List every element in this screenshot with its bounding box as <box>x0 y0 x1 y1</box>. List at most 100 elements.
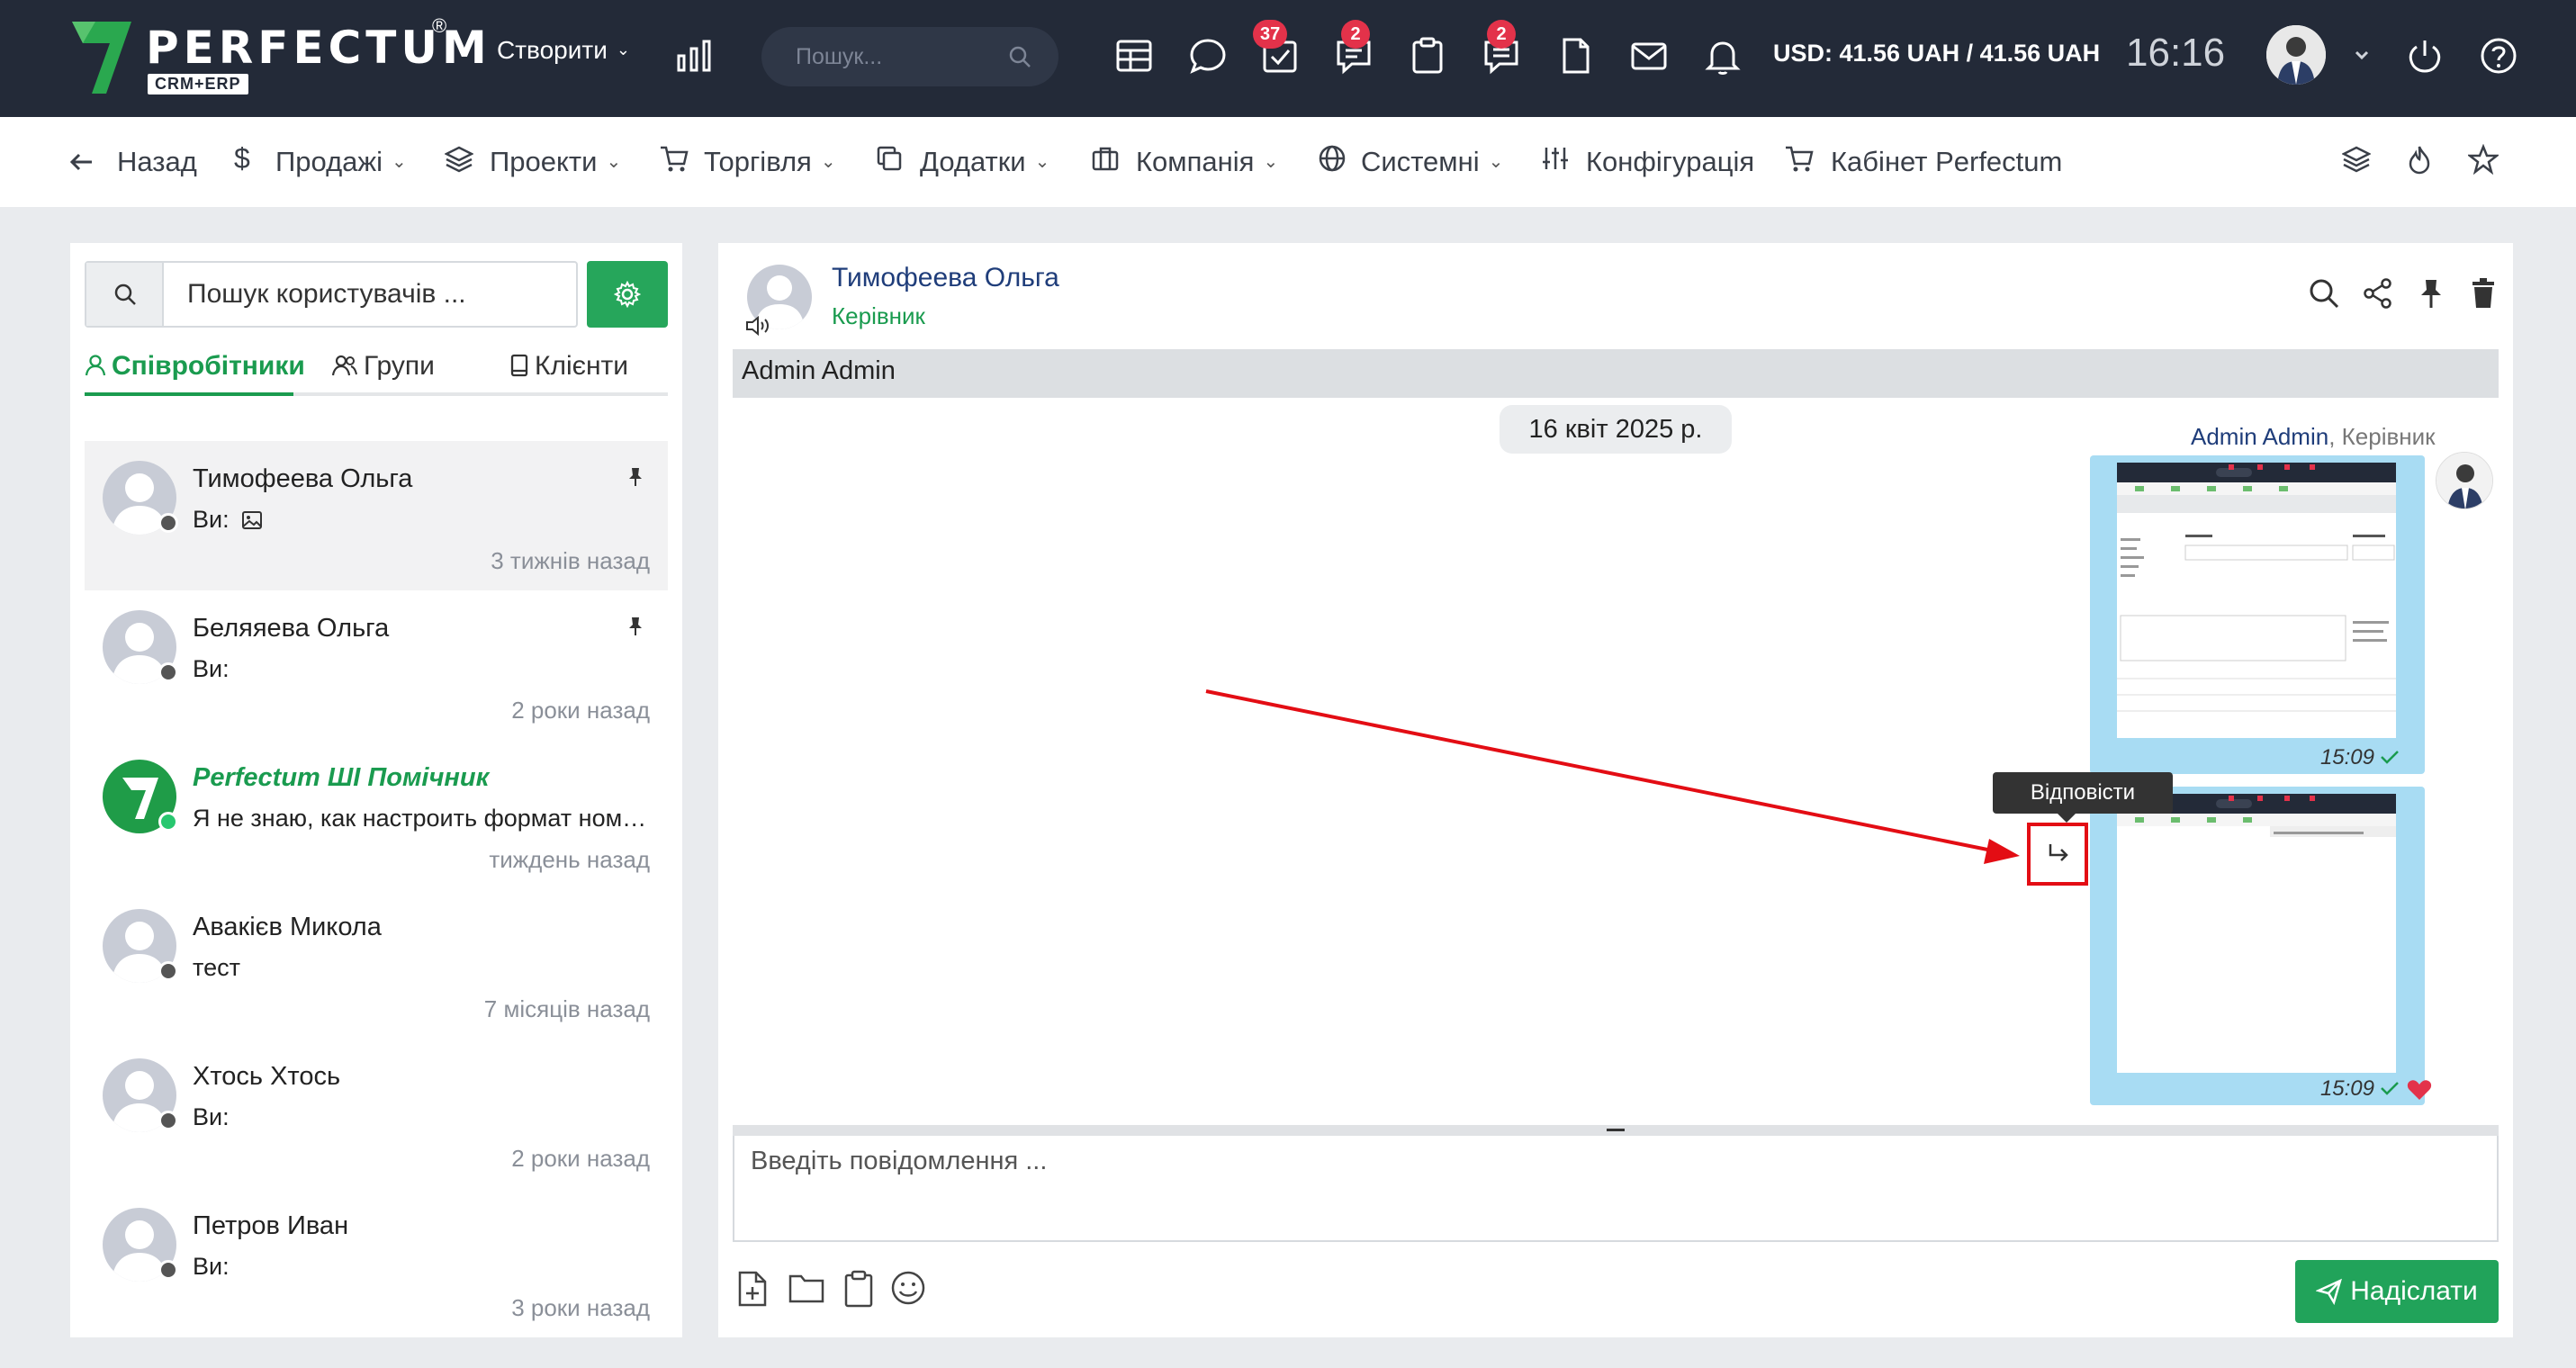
active-tab-indicator <box>85 392 293 396</box>
search-icon[interactable] <box>1008 45 1031 68</box>
trash-icon[interactable] <box>2470 277 2497 310</box>
nav-back[interactable]: Назад <box>117 146 197 178</box>
user-photo-icon <box>2436 453 2492 508</box>
settings-button[interactable] <box>587 261 668 328</box>
contact-preview: тест <box>193 954 240 981</box>
read-check-icon <box>2381 751 2399 764</box>
clipboard-icon[interactable] <box>842 1269 875 1309</box>
contact-item[interactable]: Хтось Хтось Ви: 2 роки назад <box>85 1039 668 1188</box>
tab-employees[interactable]: Співробітники <box>85 351 305 382</box>
send-button[interactable]: Надіслати <box>2295 1260 2499 1323</box>
contact-name: Тимофеева Ольга <box>193 464 413 493</box>
nav-sales[interactable]: Продажі ⌄ <box>275 146 407 178</box>
document-icon[interactable] <box>1554 34 1597 77</box>
message-author-name: Admin Admin <box>2191 423 2329 450</box>
message-bubble[interactable]: 15:09 <box>2090 787 2432 1105</box>
power-icon[interactable] <box>2403 34 2446 77</box>
search-icon <box>114 284 136 305</box>
bell-icon[interactable] <box>1701 34 1744 77</box>
pin-icon[interactable] <box>2418 277 2445 310</box>
tab-groups-label: Групи <box>364 351 435 381</box>
chat-bubble-icon[interactable] <box>1186 34 1229 77</box>
reply-button[interactable] <box>2027 823 2088 886</box>
message-input[interactable] <box>751 1147 2461 1228</box>
chevron-down-icon: ⌄ <box>1263 152 1279 172</box>
tab-clients[interactable]: Клієнти <box>509 351 628 382</box>
contact-preview: Ви: <box>193 506 652 534</box>
nav-cabinet[interactable]: Кабінет Perfectum <box>1831 146 2062 178</box>
message-image[interactable] <box>2117 794 2396 1073</box>
message-image[interactable] <box>2117 463 2396 738</box>
chat-panel: Тимофеева Ольга Керівник Admin Admin 16 … <box>718 243 2513 1337</box>
chevron-down-icon: ⌄ <box>820 152 836 172</box>
globe-icon <box>1319 145 1346 172</box>
help-icon[interactable] <box>2477 34 2520 77</box>
tab-groups[interactable]: Групи <box>331 351 435 382</box>
gear-icon <box>614 281 641 308</box>
nav-trade[interactable]: Торгівля ⌄ <box>704 146 836 178</box>
pin-icon[interactable] <box>626 616 644 637</box>
heart-reaction-icon[interactable] <box>2407 1078 2432 1102</box>
arrow-left-icon[interactable] <box>67 148 95 176</box>
user-search-input[interactable] <box>187 275 565 313</box>
emoji-icon[interactable] <box>889 1269 927 1307</box>
contact-item[interactable]: Петров Иван Ви: 3 роки назад <box>85 1188 668 1337</box>
global-search[interactable] <box>761 27 1058 86</box>
calendar-grid-icon[interactable] <box>1112 34 1156 77</box>
message-author-role: , Керівник <box>2328 423 2436 450</box>
layers-icon[interactable] <box>2342 144 2371 175</box>
user-icon <box>85 355 106 376</box>
speaker-icon[interactable] <box>745 315 772 337</box>
chevron-down-icon: ⌄ <box>616 40 630 58</box>
clipboard-icon[interactable] <box>1406 34 1449 77</box>
message-composer[interactable] <box>733 1136 2499 1242</box>
chat-contact-name[interactable]: Тимофеева Ольга <box>832 263 1059 293</box>
contact-name: Петров Иван <box>193 1211 349 1240</box>
contact-name: Perfectum ШІ Помічник <box>193 763 490 792</box>
mail-icon[interactable] <box>1627 34 1671 77</box>
top-bar: PERFECTUM ® CRM+ERP Створити ⌄ 37 2 <box>0 0 2576 117</box>
attach-file-icon[interactable] <box>734 1269 770 1309</box>
global-search-input[interactable] <box>796 40 1003 74</box>
tasks-badge: 37 <box>1253 20 1288 49</box>
nav-projects[interactable]: Проекти ⌄ <box>490 146 621 178</box>
contact-item[interactable]: Беляяева Ольга Ви: 2 роки назад <box>85 590 668 740</box>
user-avatar[interactable] <box>2266 25 2326 85</box>
composer-resize-handle[interactable] <box>733 1125 2499 1136</box>
bar-chart-icon[interactable] <box>673 34 716 77</box>
briefcase-icon <box>1092 147 1119 171</box>
contact-preview: Я не знаю, как настроить формат номера <box>193 805 652 832</box>
nav-company[interactable]: Компанія ⌄ <box>1136 146 1278 178</box>
create-menu[interactable]: Створити ⌄ <box>497 36 630 65</box>
nav-projects-label: Проекти <box>490 146 598 177</box>
chat-badge: 2 <box>1341 20 1370 49</box>
send-label: Надіслати <box>2350 1276 2478 1306</box>
share-icon[interactable] <box>2362 277 2394 310</box>
folder-icon[interactable] <box>787 1269 826 1305</box>
contact-time: тиждень назад <box>489 846 650 873</box>
contact-item[interactable]: Авакієв Микола тест 7 місяців назад <box>85 889 668 1039</box>
fire-icon[interactable] <box>2405 144 2434 175</box>
contact-item[interactable]: Тимофеева Ольга Ви: 3 тижнів назад <box>85 441 668 590</box>
contact-tabs: Співробітники Групи Клієнти <box>85 342 668 396</box>
chevron-down-icon: ⌄ <box>1034 152 1050 172</box>
create-label: Створити <box>497 36 608 64</box>
user-search[interactable] <box>85 261 578 328</box>
nav-addons[interactable]: Додатки ⌄ <box>920 146 1049 178</box>
logo-subtitle: CRM+ERP <box>148 74 248 94</box>
pin-icon[interactable] <box>626 466 644 488</box>
nav-system[interactable]: Системні ⌄ <box>1361 146 1503 178</box>
logo[interactable]: PERFECTUM ® CRM+ERP <box>68 14 487 101</box>
message-bubble[interactable]: 15:09 <box>2090 455 2425 774</box>
screenshot-thumbnail <box>2117 794 2396 1073</box>
contact-preview: Ви: <box>193 655 230 682</box>
status-offline-dot <box>158 1111 178 1130</box>
contact-preview: Ви: <box>193 1103 230 1130</box>
search-icon[interactable] <box>2308 277 2340 310</box>
nav-config[interactable]: Конфігурація <box>1586 146 1754 178</box>
chevron-down-icon[interactable] <box>2340 34 2383 77</box>
star-icon[interactable] <box>2468 144 2499 175</box>
sliders-icon <box>1543 148 1568 169</box>
tab-employees-label: Співробітники <box>112 351 305 381</box>
contact-item[interactable]: Perfectum ШІ Помічник Я не знаю, как нас… <box>85 740 668 889</box>
